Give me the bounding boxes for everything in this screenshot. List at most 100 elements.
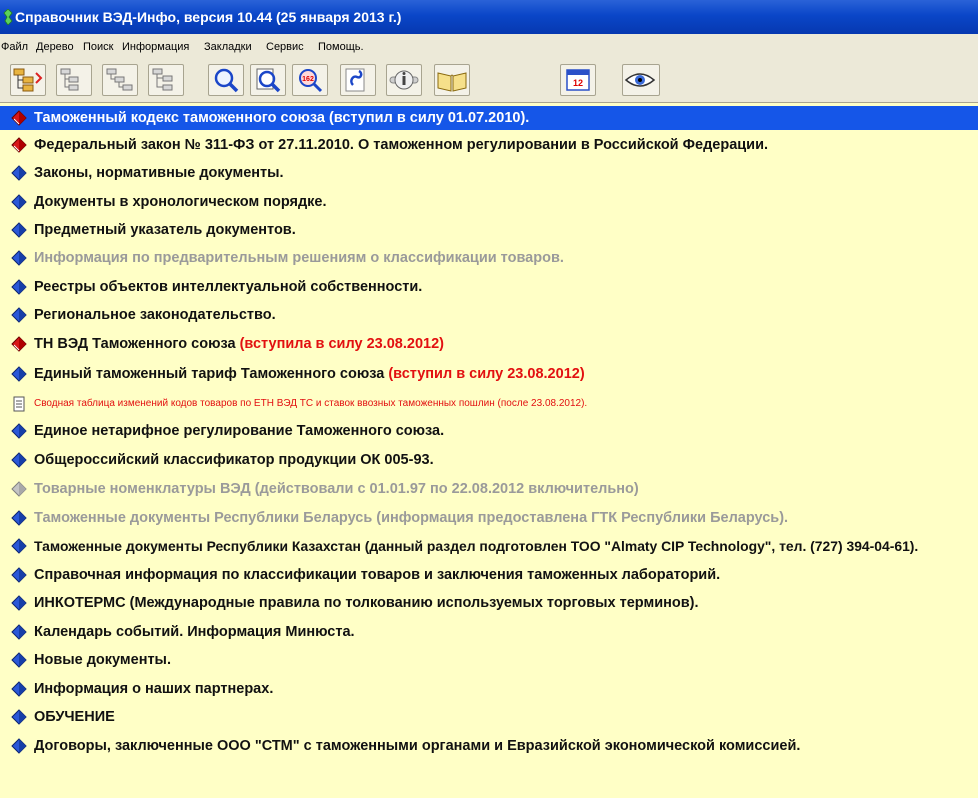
calendar-badge: 12 — [573, 78, 583, 88]
tree-item-label: Информация по предварительным решениям о… — [34, 250, 564, 266]
blue-folder-icon — [11, 738, 27, 754]
tree-item-title: ТН ВЭД Таможенного союза — [34, 336, 236, 352]
tree-level-icon — [60, 68, 79, 91]
menu-service[interactable]: Сервис — [266, 34, 304, 60]
tree-item-label: Таможенный кодекс таможенного союза (вст… — [34, 110, 530, 126]
eye-icon — [624, 73, 656, 87]
tree-item[interactable]: Договоры, заключенные ООО "СТМ" с таможе… — [0, 734, 978, 758]
tree-item-label: Законы, нормативные документы. — [34, 165, 284, 181]
view-button[interactable] — [622, 64, 660, 96]
blue-folder-icon — [11, 681, 27, 697]
document-icon — [13, 396, 25, 412]
tree-panel: Таможенный кодекс таможенного союза (вст… — [0, 103, 978, 798]
tree-item-label: Календарь событий. Информация Минюста. — [34, 624, 355, 640]
tree-item[interactable]: Единый таможенный тариф Таможенного союз… — [0, 362, 978, 386]
tree-item-label: Новые документы. — [34, 652, 171, 668]
red-book-icon — [11, 110, 27, 126]
bookmark-link-button[interactable] — [340, 64, 376, 96]
tree-item-label: Договоры, заключенные ООО "СТМ" с таможе… — [34, 738, 801, 754]
tree-item[interactable]: Справочная информация по классификации т… — [0, 563, 978, 587]
tree-item[interactable]: Таможенные документы Республики Беларусь… — [0, 506, 978, 530]
tree-item[interactable]: Федеральный закон № 311-ФЗ от 27.11.2010… — [0, 133, 978, 157]
tree-item[interactable]: Новые документы. — [0, 648, 978, 672]
blue-folder-icon — [11, 567, 27, 583]
tree-item[interactable]: ИНКОТЕРМС (Международные правила по толк… — [0, 591, 978, 615]
bookmark-link-icon — [345, 68, 365, 92]
tree-item[interactable]: Таможенные документы Республики Казахста… — [0, 534, 978, 558]
menu-tree[interactable]: Дерево — [36, 34, 74, 60]
tree-item[interactable]: ОБУЧЕНИЕ — [0, 705, 978, 729]
tree-item-label: Таможенные документы Республики Беларусь… — [34, 510, 789, 526]
tree-item[interactable]: Региональное законодательство. — [0, 303, 978, 327]
tree-item[interactable]: Предметный указатель документов. — [0, 218, 978, 242]
blue-folder-icon — [11, 165, 27, 181]
app-window: Справочник ВЭД-Инфо, версия 10.44 (25 ян… — [0, 0, 978, 798]
toolbar: 162 12 — [0, 60, 978, 103]
tree-item[interactable]: Общероссийский классификатор продукции О… — [0, 448, 978, 472]
tree-item[interactable]: Документы в хронологическом порядке. — [0, 190, 978, 214]
calendar-icon: 12 — [566, 69, 590, 91]
gray-folder-icon — [11, 481, 27, 497]
blue-folder-icon — [11, 538, 27, 554]
expand-tree-button[interactable] — [10, 64, 46, 96]
tree-level-icon — [152, 68, 173, 91]
tree-level-3-button[interactable] — [148, 64, 184, 96]
menu-search[interactable]: Поиск — [83, 34, 113, 60]
tree-item[interactable]: Информация по предварительным решениям о… — [0, 246, 978, 270]
tree-level-2-button[interactable] — [102, 64, 138, 96]
tree-item-label: Товарные номенклатуры ВЭД (действовали с… — [34, 481, 639, 497]
menu-help[interactable]: Помощь. — [318, 34, 364, 60]
blue-folder-icon — [11, 595, 27, 611]
search-code-badge: 162 — [302, 76, 314, 83]
calendar-button[interactable]: 12 — [560, 64, 596, 96]
menu-information[interactable]: Информация — [122, 34, 189, 60]
tree-item[interactable]: Реестры объектов интеллектуальной собств… — [0, 275, 978, 299]
tree-item[interactable]: Таможенный кодекс таможенного союза (вст… — [0, 106, 978, 130]
menu-bar: Файл Дерево Поиск Информация Закладки Се… — [0, 34, 978, 61]
tree-item-label: Общероссийский классификатор продукции О… — [34, 452, 434, 468]
tree-item-title: Единый таможенный тариф Таможенного союз… — [34, 366, 385, 382]
open-book-icon — [437, 72, 467, 92]
blue-folder-icon — [11, 366, 27, 382]
blue-folder-icon — [11, 624, 27, 640]
tree-item-label: ИНКОТЕРМС (Международные правила по толк… — [34, 595, 699, 611]
search-icon — [214, 68, 239, 93]
blue-folder-icon — [11, 194, 27, 210]
tree-item-label: ОБУЧЕНИЕ — [34, 709, 115, 725]
search-code-icon: 162 — [299, 69, 323, 93]
search-document-icon — [256, 68, 281, 93]
tree-item-label: Реестры объектов интеллектуальной собств… — [34, 279, 423, 295]
info-icon — [389, 70, 419, 90]
search-button[interactable] — [208, 64, 244, 96]
tree-level-icon — [106, 68, 133, 91]
info-button[interactable] — [386, 64, 422, 96]
blue-folder-icon — [11, 222, 27, 238]
menu-bookmarks[interactable]: Закладки — [204, 34, 252, 60]
search-document-button[interactable] — [250, 64, 286, 96]
red-book-icon — [11, 137, 27, 153]
tree-level-1-button[interactable] — [56, 64, 92, 96]
open-book-button[interactable] — [434, 64, 470, 96]
tree-item[interactable]: Товарные номенклатуры ВЭД (действовали с… — [0, 477, 978, 501]
tree-item[interactable]: Единое нетарифное регулирование Таможенн… — [0, 419, 978, 443]
tree-item-status: (вступил в силу 23.08.2012) — [388, 366, 585, 382]
tree-item[interactable]: ТН ВЭД Таможенного союза (вступила в сил… — [0, 332, 978, 356]
tree-item[interactable]: Законы, нормативные документы. — [0, 161, 978, 185]
blue-folder-icon — [11, 510, 27, 526]
tree-item-label: Сводная таблица изменений кодов товаров … — [34, 398, 588, 409]
tree-item-label: Предметный указатель документов. — [34, 222, 296, 238]
tree-item-label: Федеральный закон № 311-ФЗ от 27.11.2010… — [34, 137, 769, 153]
menu-file[interactable]: Файл — [1, 34, 28, 60]
search-code-button[interactable]: 162 — [292, 64, 328, 96]
blue-folder-icon — [11, 709, 27, 725]
blue-folder-icon — [11, 279, 27, 295]
blue-folder-icon — [11, 423, 27, 439]
tree-item-label: Единый таможенный тариф Таможенного союз… — [34, 362, 585, 386]
tree-item-label: Документы в хронологическом порядке. — [34, 194, 327, 210]
blue-folder-icon — [11, 307, 27, 323]
tree-item[interactable]: Календарь событий. Информация Минюста. — [0, 620, 978, 644]
tree-item-label: ТН ВЭД Таможенного союза (вступила в сил… — [34, 332, 444, 356]
tree-item[interactable]: Сводная таблица изменений кодов товаров … — [0, 392, 978, 416]
title-bar[interactable]: Справочник ВЭД-Инфо, версия 10.44 (25 ян… — [0, 0, 978, 34]
tree-item[interactable]: Информация о наших партнерах. — [0, 677, 978, 701]
